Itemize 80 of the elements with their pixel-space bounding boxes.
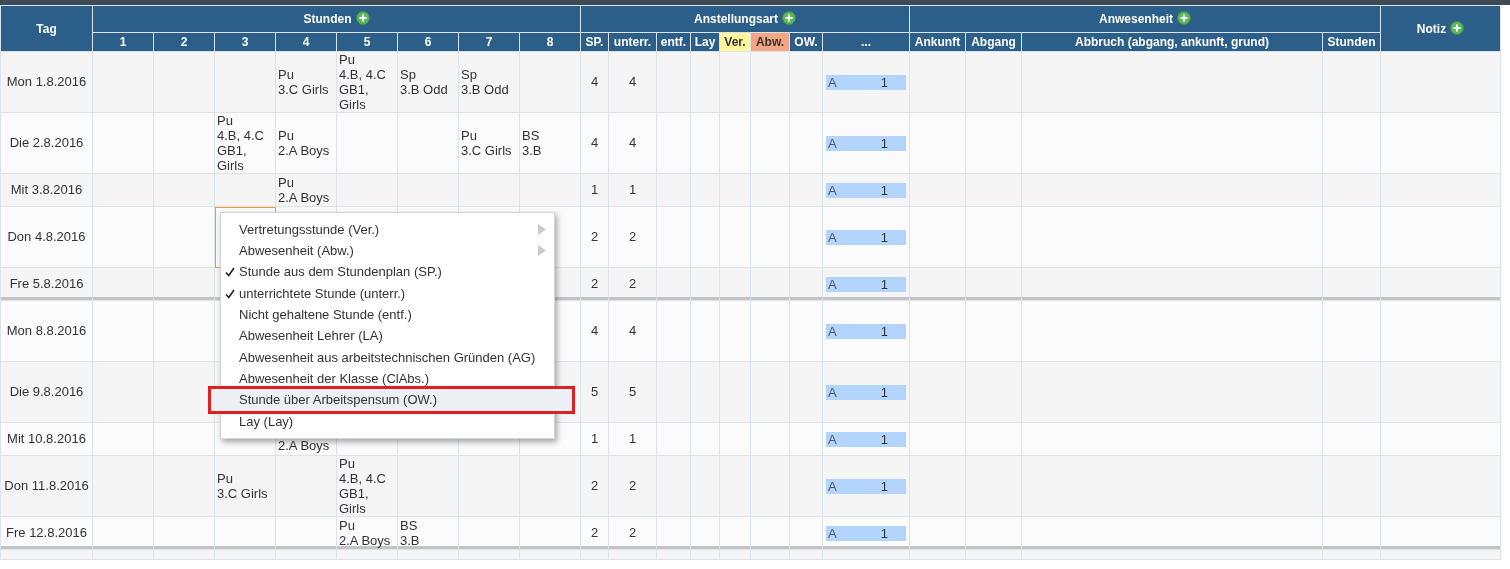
check-icon [225,267,235,278]
menu-item[interactable]: Abwesenheit aus arbeitstechnischen Gründen (AG) [221,346,554,369]
column-header: Notiz [1416,21,1447,36]
column-header: SP. [580,32,609,52]
table-cell: 2 [608,455,657,517]
menu-item[interactable]: Abwesenheit Lehrer (LA) [221,325,554,347]
day-cell: Don 11.8.2016 [0,455,93,517]
day-cell: Fre 12.8.2016 [0,516,93,550]
column-header: Ankunft [909,32,966,52]
column-header: Abgang [965,32,1022,52]
type-tag[interactable]: A 1 [826,74,906,90]
table-cell: 4 [580,112,609,174]
menu-item[interactable]: Nicht gehaltene Stunde (entf.) [221,304,554,326]
day-cell: Mit 10.8.2016 [0,422,93,456]
day-cell: Fre 5.8.2016 [0,267,93,301]
add-icon[interactable] [782,11,796,25]
column-header: ... [822,32,910,52]
type-tag[interactable]: A 1 [826,323,906,339]
column-header: 2 [153,32,215,52]
column-header: 4 [275,32,337,52]
menu-item[interactable]: Vertretungsstunde (Ver.) [221,219,554,241]
column-header: 5 [336,32,398,52]
day-cell: Don 4.8.2016 [0,206,93,268]
group-header: Stunden [303,12,352,26]
day-cell: Die 2.8.2016 [0,112,93,174]
column-header: 8 [519,32,581,52]
table-cell: 5 [580,361,609,423]
table-cell: 4 [580,300,609,362]
add-icon[interactable] [1177,11,1192,25]
column-header: Abbruch (abgang, ankunft, grund) [1021,32,1323,52]
column-header: 6 [397,32,459,52]
group-header: Anstellungsart [694,12,778,26]
table-cell: 2 [608,206,657,268]
table-cell: 4 [608,51,657,113]
table-cell: 5 [608,361,657,423]
column-header: Tag [0,5,93,52]
group-header: Anwesenheit [1099,12,1174,26]
menu-item[interactable]: Abwesenheit der Klasse (ClAbs.) [221,368,554,390]
column-header: 7 [458,32,520,52]
day-cell: Mon 8.8.2016 [0,300,93,362]
menu-item[interactable]: Stunde aus dem Stundenplan (SP.) [221,261,554,283]
column-header: OW. [789,32,823,52]
column-header: Lay [690,32,720,52]
submenu-arrow-icon [538,224,546,236]
type-tag[interactable]: A 1 [826,135,906,151]
type-tag[interactable]: A 1 [826,229,906,245]
type-tag[interactable]: A 1 [826,478,906,494]
table-cell: 2 [580,455,609,517]
table-cell: 2 [608,516,657,550]
add-icon[interactable] [1450,20,1465,35]
menu-item[interactable]: Stunde über Arbeitspensum (OW.) [211,389,572,411]
table-cell: 4 [580,51,609,113]
add-icon[interactable] [355,11,370,25]
day-cell: Die 9.8.2016 [0,361,93,423]
day-cell: Mon 1.8.2016 [0,51,93,113]
type-tag[interactable]: A 1 [826,525,906,541]
menu-item[interactable]: unterrichtete Stunde (unterr.) [221,282,554,305]
table-cell: 2 [580,516,609,550]
type-tag[interactable]: A 1 [826,431,906,447]
table-cell: 1 [580,173,609,207]
submenu-arrow-icon [538,245,546,257]
table-cell: 4 [608,300,657,362]
check-icon [225,288,235,299]
type-tag[interactable]: A 1 [826,276,906,292]
table-cell: 2 [580,267,609,301]
day-cell: Mit 3.8.2016 [0,173,93,207]
table-cell: 4 [608,112,657,174]
table-cell: 1 [608,173,657,207]
column-header: unterr. [608,32,657,52]
table-cell: 1 [580,422,609,456]
column-header: 3 [214,32,276,52]
column-header: 1 [92,32,154,52]
menu-item[interactable]: Abwesenheit (Abw.) [221,240,554,262]
table-cell: 2 [608,267,657,301]
type-tag[interactable]: A 1 [826,182,906,198]
table-cell: 2 [580,206,609,268]
type-tag[interactable]: A 1 [826,384,906,400]
column-header: entf. [656,32,691,52]
table-cell: 1 [608,422,657,456]
menu-item[interactable]: Lay (Lay) [221,410,554,432]
